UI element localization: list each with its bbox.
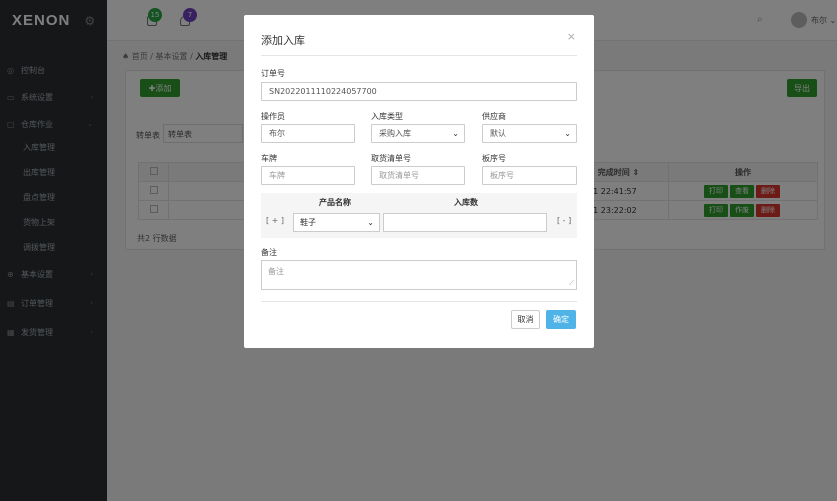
product-table: 产品名称 入库数 [ + ] 鞋子 ⌄ [ - ] [261,193,577,238]
remark-placeholder: 备注 [268,267,284,276]
remark-textarea[interactable]: 备注 ⟋ [261,260,577,290]
product-name-header: 产品名称 [319,198,351,207]
divider [261,301,577,302]
plate-label: 车牌 [261,154,277,163]
cancel-button[interactable]: 取消 [511,310,540,329]
inbound-type-value: 采购入库 [379,129,411,138]
modal-title: 添加入库 [261,34,305,47]
supplier-value: 默认 [490,129,506,138]
inbound-type-label: 入库类型 [371,112,403,121]
close-icon[interactable]: × [567,30,576,43]
board-seq-label: 板序号 [482,154,506,163]
remove-row-button[interactable]: [ - ] [557,216,571,225]
receipt-no-field[interactable]: 取货清单号 [371,166,465,185]
board-seq-field[interactable]: 板序号 [482,166,577,185]
remark-label: 备注 [261,248,277,257]
plate-field[interactable]: 车牌 [261,166,355,185]
product-select[interactable]: 鞋子 ⌄ [293,213,380,232]
inbound-type-select[interactable]: 采购入库 ⌄ [371,124,465,143]
operator-field[interactable]: 布尔 [261,124,355,143]
receipt-no-label: 取货清单号 [371,154,411,163]
product-value: 鞋子 [300,218,316,227]
quantity-header: 入库数 [454,198,478,207]
add-row-button[interactable]: [ + ] [266,216,284,225]
divider [261,55,577,56]
chevron-down-icon: ⌄ [367,218,374,227]
resize-handle[interactable]: ⟋ [569,279,574,288]
quantity-input[interactable] [383,213,547,232]
chevron-down-icon: ⌄ [452,129,459,138]
confirm-button[interactable]: 确定 [546,310,576,329]
supplier-select[interactable]: 默认 ⌄ [482,124,577,143]
operator-label: 操作员 [261,112,285,121]
order-no-label: 订单号 [261,69,285,78]
order-no-field[interactable]: SN20220111102240577​00 [261,82,577,101]
supplier-label: 供应商 [482,112,506,121]
add-inbound-modal: 添加入库 × 订单号 SN20220111102240577​00 操作员 布尔… [244,15,594,348]
chevron-down-icon: ⌄ [564,129,571,138]
